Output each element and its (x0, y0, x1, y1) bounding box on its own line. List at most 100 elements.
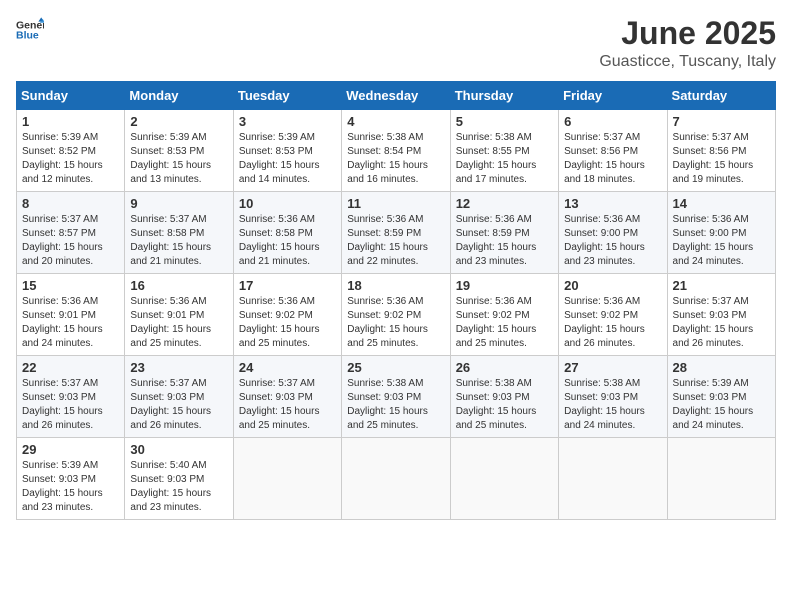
day-info: Sunrise: 5:38 AMSunset: 9:03 PMDaylight:… (347, 378, 428, 431)
calendar-day-13: 13 Sunrise: 5:36 AMSunset: 9:00 PMDaylig… (559, 192, 667, 274)
calendar-day-2: 2 Sunrise: 5:39 AMSunset: 8:53 PMDayligh… (125, 110, 233, 192)
calendar-day-10: 10 Sunrise: 5:36 AMSunset: 8:58 PMDaylig… (233, 192, 341, 274)
day-info: Sunrise: 5:36 AMSunset: 9:02 PMDaylight:… (239, 296, 320, 349)
day-info: Sunrise: 5:39 AMSunset: 8:52 PMDaylight:… (22, 132, 103, 185)
day-number: 16 (130, 278, 227, 293)
day-number: 6 (564, 114, 661, 129)
calendar-day-3: 3 Sunrise: 5:39 AMSunset: 8:53 PMDayligh… (233, 110, 341, 192)
day-number: 26 (456, 360, 553, 375)
day-number: 13 (564, 196, 661, 211)
day-info: Sunrise: 5:37 AMSunset: 9:03 PMDaylight:… (239, 378, 320, 431)
calendar-day-26: 26 Sunrise: 5:38 AMSunset: 9:03 PMDaylig… (450, 356, 558, 438)
day-info: Sunrise: 5:36 AMSunset: 9:02 PMDaylight:… (347, 296, 428, 349)
day-info: Sunrise: 5:37 AMSunset: 8:56 PMDaylight:… (673, 132, 754, 185)
day-info: Sunrise: 5:39 AMSunset: 8:53 PMDaylight:… (130, 132, 211, 185)
calendar-day-14: 14 Sunrise: 5:36 AMSunset: 9:00 PMDaylig… (667, 192, 775, 274)
calendar-day-30: 30 Sunrise: 5:40 AMSunset: 9:03 PMDaylig… (125, 438, 233, 520)
calendar-header-saturday: Saturday (667, 82, 775, 110)
calendar-day-27: 27 Sunrise: 5:38 AMSunset: 9:03 PMDaylig… (559, 356, 667, 438)
empty-cell (233, 438, 341, 520)
calendar-day-8: 8 Sunrise: 5:37 AMSunset: 8:57 PMDayligh… (17, 192, 125, 274)
calendar-day-15: 15 Sunrise: 5:36 AMSunset: 9:01 PMDaylig… (17, 274, 125, 356)
calendar-day-5: 5 Sunrise: 5:38 AMSunset: 8:55 PMDayligh… (450, 110, 558, 192)
calendar-day-24: 24 Sunrise: 5:37 AMSunset: 9:03 PMDaylig… (233, 356, 341, 438)
calendar-header-row: SundayMondayTuesdayWednesdayThursdayFrid… (17, 82, 776, 110)
calendar-day-1: 1 Sunrise: 5:39 AMSunset: 8:52 PMDayligh… (17, 110, 125, 192)
calendar-week-4: 22 Sunrise: 5:37 AMSunset: 9:03 PMDaylig… (17, 356, 776, 438)
day-number: 10 (239, 196, 336, 211)
empty-cell (667, 438, 775, 520)
calendar-day-18: 18 Sunrise: 5:36 AMSunset: 9:02 PMDaylig… (342, 274, 450, 356)
day-number: 2 (130, 114, 227, 129)
page-header: General Blue June 2025 Guasticce, Tuscan… (16, 16, 776, 71)
day-number: 28 (673, 360, 770, 375)
day-info: Sunrise: 5:37 AMSunset: 8:57 PMDaylight:… (22, 214, 103, 267)
logo: General Blue (16, 16, 44, 44)
day-info: Sunrise: 5:36 AMSunset: 8:58 PMDaylight:… (239, 214, 320, 267)
calendar-day-16: 16 Sunrise: 5:36 AMSunset: 9:01 PMDaylig… (125, 274, 233, 356)
calendar-header-thursday: Thursday (450, 82, 558, 110)
day-number: 11 (347, 196, 444, 211)
day-info: Sunrise: 5:36 AMSunset: 9:02 PMDaylight:… (456, 296, 537, 349)
empty-cell (450, 438, 558, 520)
day-number: 30 (130, 442, 227, 457)
calendar-day-11: 11 Sunrise: 5:36 AMSunset: 8:59 PMDaylig… (342, 192, 450, 274)
day-info: Sunrise: 5:39 AMSunset: 9:03 PMDaylight:… (22, 460, 103, 513)
empty-cell (559, 438, 667, 520)
day-info: Sunrise: 5:37 AMSunset: 9:03 PMDaylight:… (130, 378, 211, 431)
calendar-day-29: 29 Sunrise: 5:39 AMSunset: 9:03 PMDaylig… (17, 438, 125, 520)
calendar-day-12: 12 Sunrise: 5:36 AMSunset: 8:59 PMDaylig… (450, 192, 558, 274)
calendar-day-28: 28 Sunrise: 5:39 AMSunset: 9:03 PMDaylig… (667, 356, 775, 438)
day-info: Sunrise: 5:38 AMSunset: 8:54 PMDaylight:… (347, 132, 428, 185)
day-number: 18 (347, 278, 444, 293)
logo-icon: General Blue (16, 16, 44, 44)
day-number: 4 (347, 114, 444, 129)
calendar-day-21: 21 Sunrise: 5:37 AMSunset: 9:03 PMDaylig… (667, 274, 775, 356)
calendar-day-19: 19 Sunrise: 5:36 AMSunset: 9:02 PMDaylig… (450, 274, 558, 356)
calendar-day-9: 9 Sunrise: 5:37 AMSunset: 8:58 PMDayligh… (125, 192, 233, 274)
day-number: 8 (22, 196, 119, 211)
calendar-day-22: 22 Sunrise: 5:37 AMSunset: 9:03 PMDaylig… (17, 356, 125, 438)
day-info: Sunrise: 5:36 AMSunset: 9:00 PMDaylight:… (673, 214, 754, 267)
day-number: 27 (564, 360, 661, 375)
day-info: Sunrise: 5:39 AMSunset: 8:53 PMDaylight:… (239, 132, 320, 185)
calendar-day-23: 23 Sunrise: 5:37 AMSunset: 9:03 PMDaylig… (125, 356, 233, 438)
month-title: June 2025 (599, 16, 776, 51)
calendar-week-3: 15 Sunrise: 5:36 AMSunset: 9:01 PMDaylig… (17, 274, 776, 356)
day-number: 24 (239, 360, 336, 375)
calendar-header-sunday: Sunday (17, 82, 125, 110)
day-info: Sunrise: 5:38 AMSunset: 9:03 PMDaylight:… (564, 378, 645, 431)
day-number: 15 (22, 278, 119, 293)
calendar-week-5: 29 Sunrise: 5:39 AMSunset: 9:03 PMDaylig… (17, 438, 776, 520)
day-info: Sunrise: 5:40 AMSunset: 9:03 PMDaylight:… (130, 460, 211, 513)
day-number: 5 (456, 114, 553, 129)
calendar-header-monday: Monday (125, 82, 233, 110)
day-info: Sunrise: 5:36 AMSunset: 9:00 PMDaylight:… (564, 214, 645, 267)
calendar-day-6: 6 Sunrise: 5:37 AMSunset: 8:56 PMDayligh… (559, 110, 667, 192)
calendar-day-25: 25 Sunrise: 5:38 AMSunset: 9:03 PMDaylig… (342, 356, 450, 438)
day-number: 25 (347, 360, 444, 375)
calendar-day-17: 17 Sunrise: 5:36 AMSunset: 9:02 PMDaylig… (233, 274, 341, 356)
calendar-table: SundayMondayTuesdayWednesdayThursdayFrid… (16, 81, 776, 520)
day-info: Sunrise: 5:37 AMSunset: 8:58 PMDaylight:… (130, 214, 211, 267)
day-info: Sunrise: 5:38 AMSunset: 8:55 PMDaylight:… (456, 132, 537, 185)
calendar-header-wednesday: Wednesday (342, 82, 450, 110)
day-number: 29 (22, 442, 119, 457)
day-number: 3 (239, 114, 336, 129)
day-number: 19 (456, 278, 553, 293)
calendar-day-20: 20 Sunrise: 5:36 AMSunset: 9:02 PMDaylig… (559, 274, 667, 356)
calendar-day-4: 4 Sunrise: 5:38 AMSunset: 8:54 PMDayligh… (342, 110, 450, 192)
day-number: 22 (22, 360, 119, 375)
svg-text:Blue: Blue (16, 29, 39, 41)
day-info: Sunrise: 5:36 AMSunset: 8:59 PMDaylight:… (456, 214, 537, 267)
calendar-day-7: 7 Sunrise: 5:37 AMSunset: 8:56 PMDayligh… (667, 110, 775, 192)
day-info: Sunrise: 5:37 AMSunset: 9:03 PMDaylight:… (673, 296, 754, 349)
day-info: Sunrise: 5:39 AMSunset: 9:03 PMDaylight:… (673, 378, 754, 431)
calendar-header-tuesday: Tuesday (233, 82, 341, 110)
location-title: Guasticce, Tuscany, Italy (599, 53, 776, 71)
day-info: Sunrise: 5:36 AMSunset: 9:02 PMDaylight:… (564, 296, 645, 349)
day-number: 21 (673, 278, 770, 293)
day-info: Sunrise: 5:38 AMSunset: 9:03 PMDaylight:… (456, 378, 537, 431)
calendar-week-2: 8 Sunrise: 5:37 AMSunset: 8:57 PMDayligh… (17, 192, 776, 274)
day-info: Sunrise: 5:37 AMSunset: 8:56 PMDaylight:… (564, 132, 645, 185)
